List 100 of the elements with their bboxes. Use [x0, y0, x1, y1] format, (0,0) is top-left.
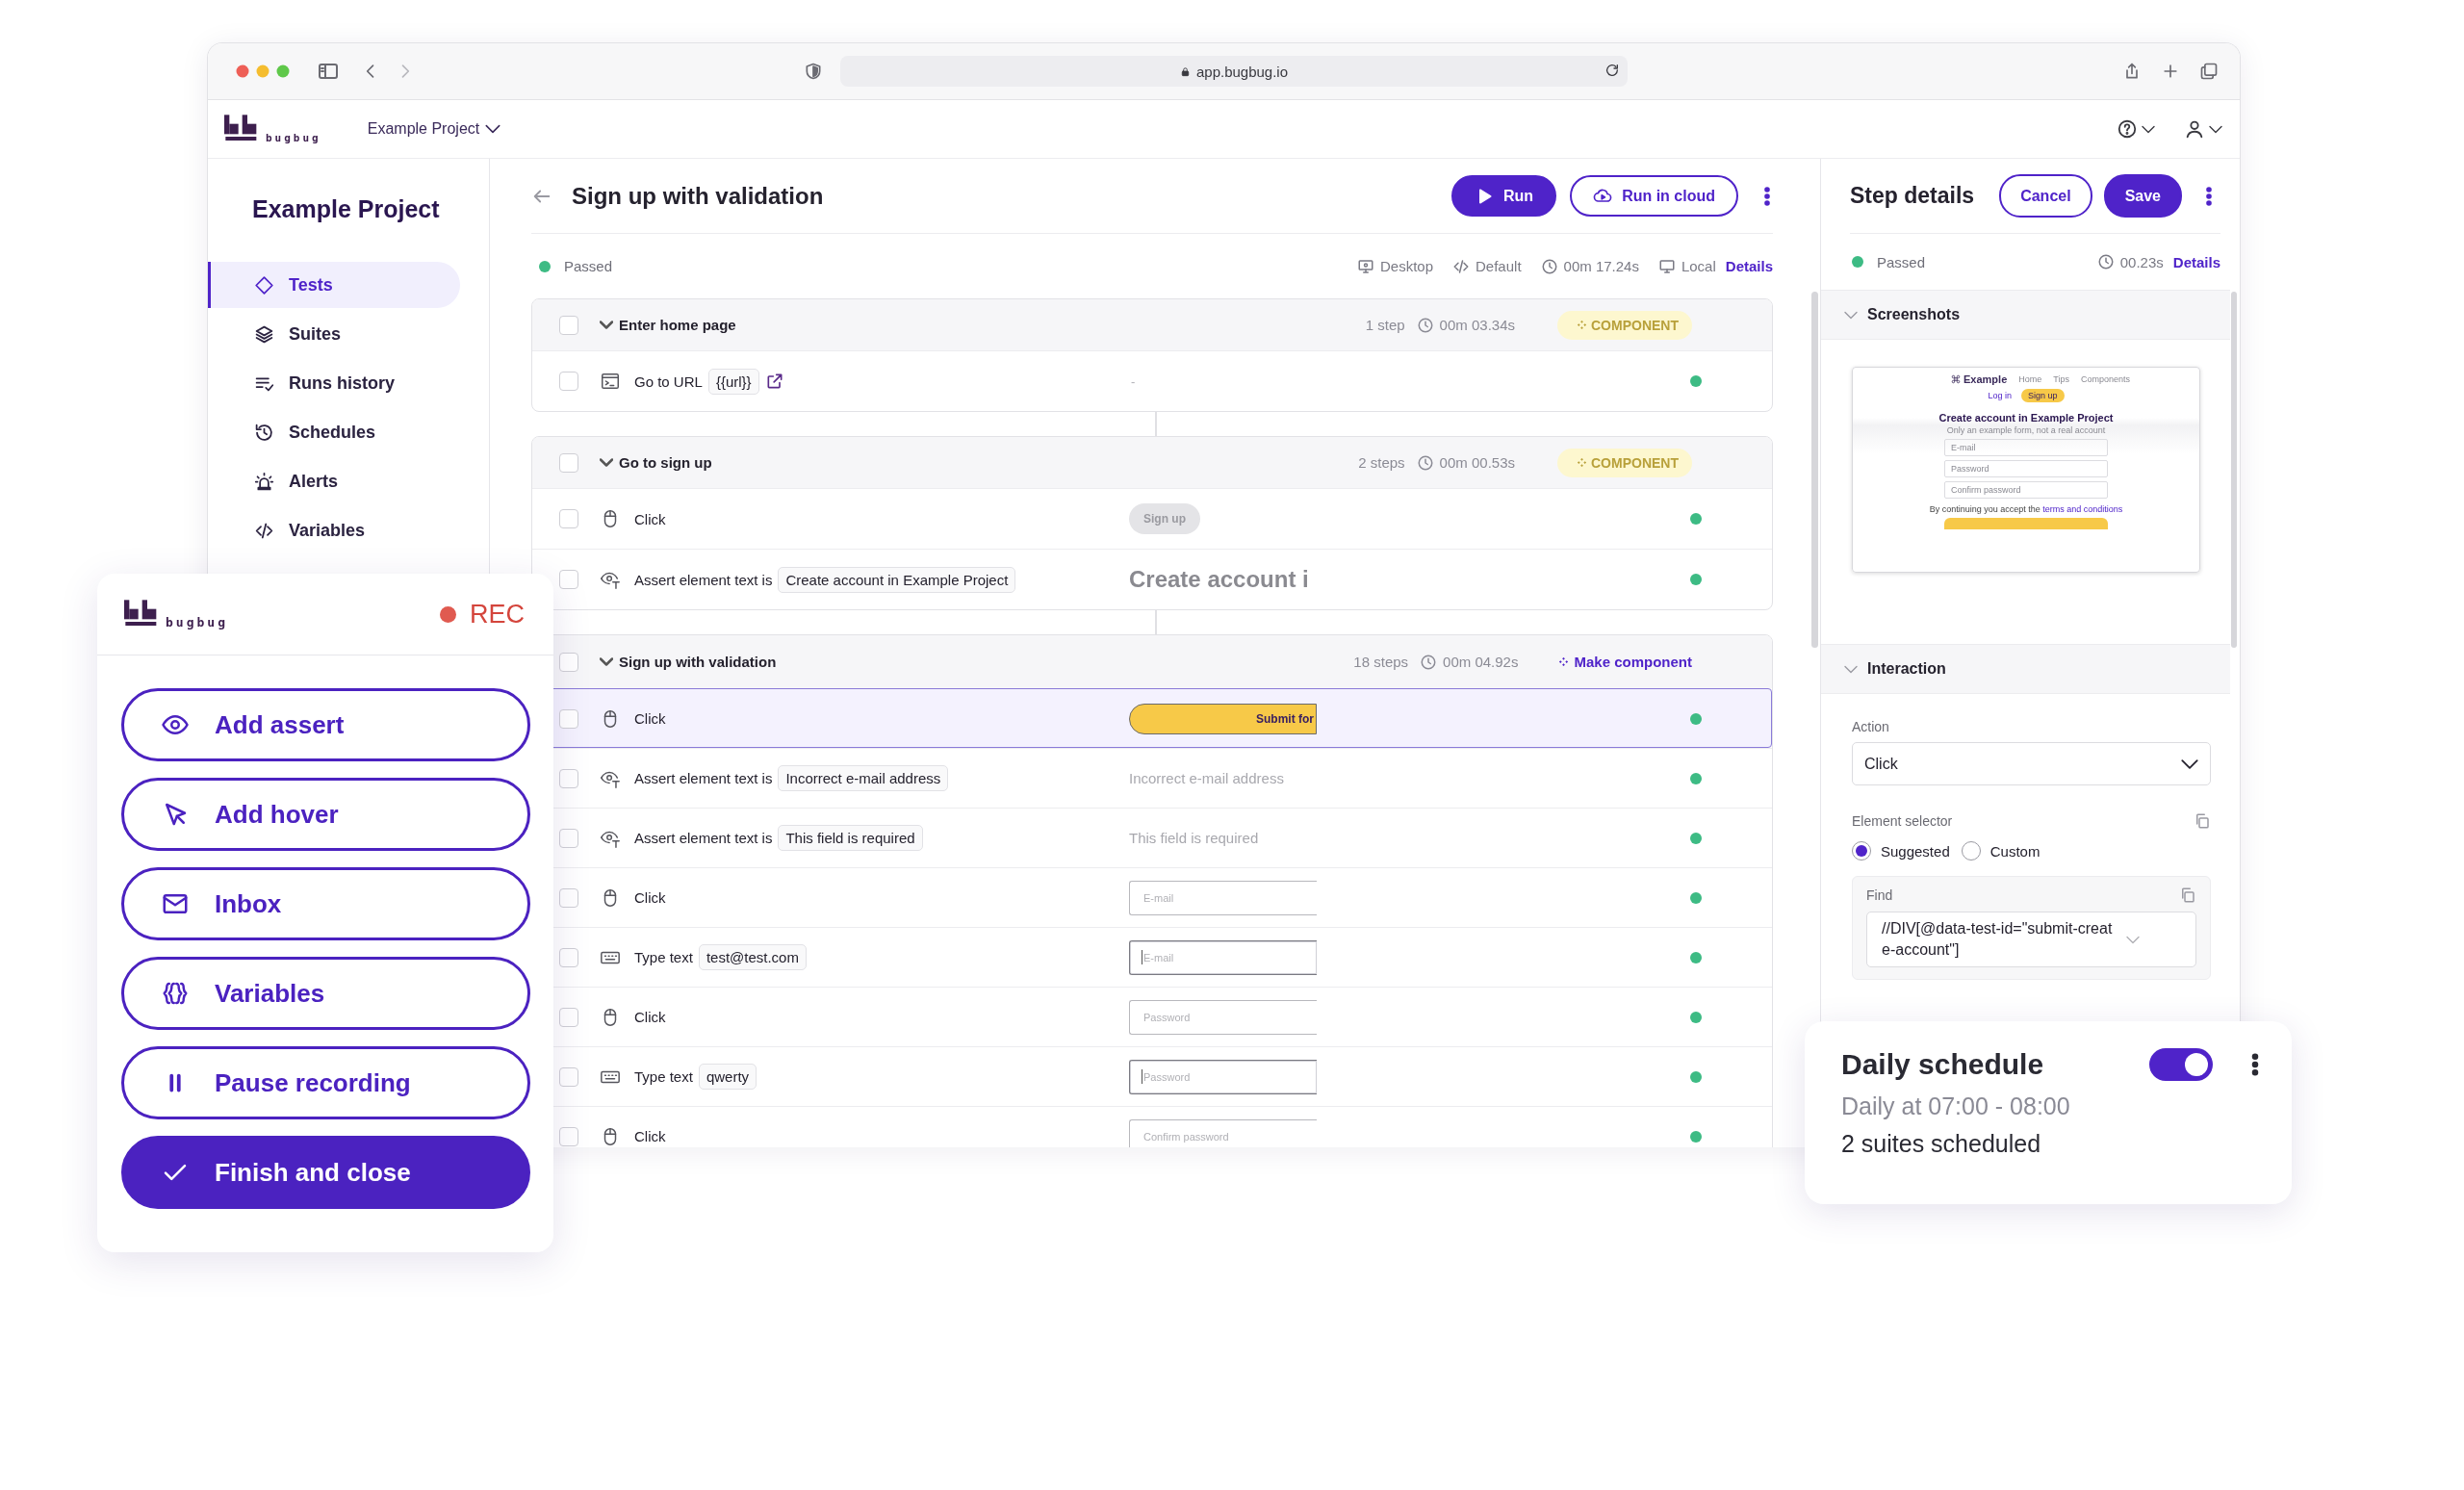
- run-button[interactable]: Run: [1451, 175, 1557, 217]
- step-action: Type text: [634, 949, 693, 965]
- recorder-button[interactable]: Finish and close: [121, 1136, 530, 1209]
- step-action: Click: [634, 1128, 666, 1144]
- sidebar-item[interactable]: Schedules: [208, 409, 460, 455]
- details-link[interactable]: Details: [1725, 258, 1773, 274]
- sidebar-item[interactable]: Variables: [208, 507, 460, 553]
- chevron-down-icon[interactable]: [2142, 124, 2155, 134]
- checkbox[interactable]: [559, 708, 578, 729]
- chevron-down-icon[interactable]: [485, 124, 501, 134]
- chevron-down-icon[interactable]: [600, 458, 613, 467]
- reload-icon[interactable]: [1604, 63, 1620, 78]
- form-heading: Create account in Example Project: [1938, 412, 2114, 424]
- nav-link: Tips: [2053, 374, 2069, 384]
- preview-text: Incorrect e-mail address: [1129, 770, 1284, 786]
- meta-text: Desktop: [1380, 258, 1433, 274]
- sidebar-item[interactable]: Tests: [208, 262, 460, 308]
- duration-text: 00m 04.92s: [1443, 654, 1519, 670]
- address-bar[interactable]: app.bugbug.io: [840, 56, 1628, 87]
- tabs-icon[interactable]: [2199, 62, 2219, 81]
- status-dot: [1690, 772, 1702, 784]
- checkbox[interactable]: [559, 1126, 578, 1146]
- group-title: Sign up with validation: [619, 654, 777, 670]
- input-field[interactable]: Password: [1129, 999, 1317, 1035]
- group-title: Enter home page: [619, 317, 736, 333]
- selector-field[interactable]: //DIV[@data-test-id="submit-create-account"]: [1866, 912, 2196, 967]
- scrollbar[interactable]: [1811, 292, 1818, 648]
- scrollbar[interactable]: [2231, 292, 2237, 648]
- input-field: E-mail: [1944, 439, 2108, 456]
- step-value: {{url}}: [707, 368, 759, 395]
- input-field[interactable]: E-mail: [1129, 939, 1317, 975]
- step-action: Click: [634, 1009, 666, 1025]
- terms-link: terms and conditions: [2042, 504, 2123, 514]
- chevron-down-icon[interactable]: [600, 657, 613, 666]
- run-in-cloud-button[interactable]: Run in cloud: [1570, 175, 1738, 217]
- test-title: Sign up with validation: [572, 182, 824, 210]
- step-action: Assert element text is: [634, 571, 773, 588]
- chevron-down-icon[interactable]: [600, 321, 613, 329]
- checkbox[interactable]: [559, 372, 578, 391]
- checkbox[interactable]: [559, 509, 578, 528]
- input-field[interactable]: Password: [1129, 1059, 1317, 1094]
- chevron-down-icon[interactable]: [2209, 124, 2222, 134]
- save-button[interactable]: Save: [2103, 174, 2182, 218]
- input-field[interactable]: Confirm password: [1129, 1118, 1317, 1147]
- status-dot: [1852, 256, 1863, 268]
- checkbox[interactable]: [559, 887, 578, 908]
- meta-text: 00m 17.24s: [1563, 258, 1639, 274]
- monitor-icon: [1357, 257, 1374, 275]
- checkbox[interactable]: [559, 652, 578, 672]
- help-icon[interactable]: [2117, 118, 2138, 140]
- checkbox[interactable]: [559, 570, 578, 589]
- sidebar-item[interactable]: Suites: [208, 311, 460, 357]
- component-icon: [1577, 457, 1587, 468]
- login-link: Log in: [1988, 391, 2012, 400]
- recorder-button[interactable]: Inbox: [121, 867, 530, 940]
- copy-icon[interactable]: [2194, 812, 2211, 830]
- input-field[interactable]: E-mail: [1129, 880, 1317, 915]
- logo-text: bugbug: [166, 616, 228, 629]
- section-header[interactable]: Screenshots: [1821, 290, 2230, 340]
- sidebar-item[interactable]: Alerts: [208, 458, 460, 504]
- checkbox[interactable]: [559, 1066, 578, 1087]
- shield-icon[interactable]: [804, 62, 823, 81]
- checkbox[interactable]: [559, 1007, 578, 1027]
- checkbox[interactable]: [559, 452, 578, 473]
- recorder-button[interactable]: Pause recording: [121, 1046, 530, 1119]
- badge-label: COMPONENT: [1591, 317, 1679, 333]
- step-row[interactable]: Assert element text is Create account in Example Project Create account i: [532, 549, 1772, 609]
- action-select[interactable]: Click: [1852, 742, 2211, 785]
- checkbox[interactable]: [559, 315, 578, 335]
- details-link[interactable]: Details: [2172, 253, 2220, 270]
- badge-label: COMPONENT: [1591, 454, 1679, 471]
- field-label: Action: [1852, 719, 1890, 734]
- make-component-link[interactable]: Make component: [1574, 654, 1692, 670]
- checkbox[interactable]: [559, 947, 578, 967]
- status-dot: [1690, 712, 1702, 725]
- record-dot: [440, 605, 456, 623]
- section-header[interactable]: Interaction: [1821, 644, 2230, 694]
- screenshot-thumbnail[interactable]: [1852, 367, 2200, 573]
- step-row[interactable]: Go to URL {{url}} -: [532, 350, 1772, 411]
- recorder-button[interactable]: Variables: [121, 957, 530, 1030]
- checkbox[interactable]: [559, 828, 578, 848]
- project-selector[interactable]: Example Project: [367, 120, 480, 138]
- copy-icon[interactable]: [2179, 886, 2196, 904]
- step-row[interactable]: Click Sign up: [532, 488, 1772, 549]
- toggle-switch[interactable]: [2149, 1048, 2213, 1081]
- cancel-button[interactable]: Cancel: [1999, 174, 2092, 218]
- step-value: Incorrect e-mail address: [778, 765, 949, 791]
- clock-icon: [1416, 316, 1434, 334]
- recorder-button[interactable]: Add assert: [121, 688, 530, 761]
- sidebar-item[interactable]: Runs history: [208, 360, 460, 406]
- group-header[interactable]: Go to sign up 2 steps 00m 00.53s COMPONENT: [532, 437, 1772, 488]
- checkbox[interactable]: [559, 768, 578, 788]
- window-controls-icon[interactable]: [236, 64, 290, 78]
- meta-text: Local: [1681, 258, 1716, 274]
- component-icon: [1577, 320, 1587, 330]
- schedule-time: Daily at 07:00 - 08:00: [1841, 1092, 2071, 1120]
- user-icon[interactable]: [2184, 118, 2205, 140]
- step-value: Create account in Example Project: [778, 566, 1016, 593]
- recorder-button[interactable]: Add hover: [121, 778, 530, 851]
- group-header[interactable]: Enter home page 1 step 00m 03.34s COMPONENT: [532, 299, 1772, 350]
